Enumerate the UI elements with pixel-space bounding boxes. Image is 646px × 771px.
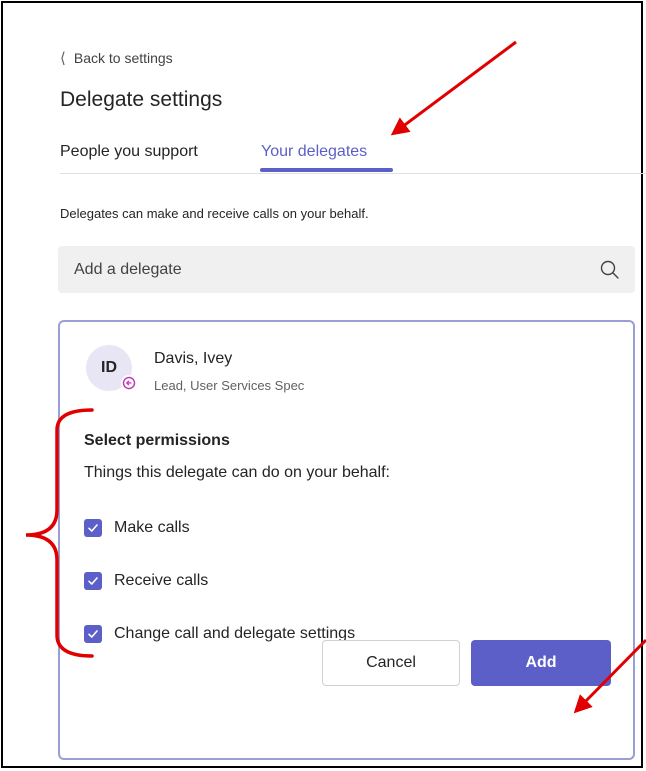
selected-tab-indicator [260,168,393,172]
add-delegate-input[interactable] [72,259,599,280]
permission-label: Change call and delegate settings [114,625,356,642]
search-icon[interactable] [599,259,621,281]
add-delegate-search [58,246,635,293]
permission-label: Make calls [114,519,190,536]
checkmark-icon [88,630,98,638]
delegate-card: ID Davis, Ivey Lead, User Services Spec … [58,320,635,760]
back-link-label: Back to settings [73,50,173,66]
delegates-description: Delegates can make and receive calls on … [60,206,369,221]
tabs-divider [60,173,646,174]
tab-people-you-support[interactable]: People you support [60,143,198,161]
checkbox-change-settings[interactable] [84,625,102,643]
checkmark-icon [88,577,98,585]
tab-your-delegates[interactable]: Your delegates [261,143,367,161]
delegate-settings-panel: ⟨ Back to settings Delegate settings Peo… [1,1,646,768]
delegate-job-title: Lead, User Services Spec [154,378,305,393]
add-button[interactable]: Add [471,640,611,686]
page-title: Delegate settings [60,88,223,111]
permissions-heading: Select permissions [84,432,230,449]
permission-receive-calls[interactable]: Receive calls [84,572,208,590]
permission-make-calls[interactable]: Make calls [84,519,190,537]
presence-out-of-office-icon [121,375,137,391]
permissions-description: Things this delegate can do on your beha… [84,464,390,481]
checkbox-make-calls[interactable] [84,519,102,537]
chevron-left-icon: ⟨ [60,50,66,67]
checkmark-icon [88,524,98,532]
checkbox-receive-calls[interactable] [84,572,102,590]
avatar-initials: ID [101,359,117,376]
cancel-button[interactable]: Cancel [322,640,460,686]
back-to-settings-link[interactable]: ⟨ Back to settings [60,49,173,67]
permission-label: Receive calls [114,572,209,589]
delegate-name: Davis, Ivey [154,350,233,367]
permission-change-settings[interactable]: Change call and delegate settings [84,625,355,643]
